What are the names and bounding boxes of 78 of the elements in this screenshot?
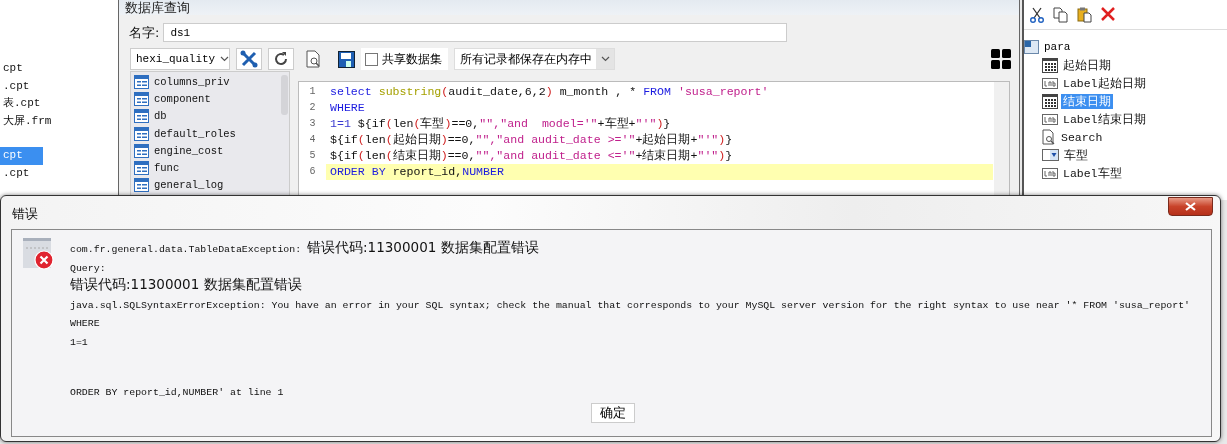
- code-line: select substring(audit_date,6,2) m_month , * FROM 'susa_report': [329, 84, 770, 100]
- tree-item[interactable]: Label结束日期: [1061, 111, 1148, 127]
- table-icon: [134, 74, 149, 89]
- table-name[interactable]: component: [154, 92, 211, 105]
- code-line: ${if(len(结束日期)==0,"","and audit_date <='"+结束日期+"'")}: [329, 148, 734, 164]
- line-number: 5: [308, 149, 317, 163]
- storage-select[interactable]: 所有记录都保存在内存中: [454, 48, 615, 70]
- ok-button[interactable]: 确定: [591, 403, 635, 423]
- calendar-icon: [1042, 93, 1058, 109]
- scrollbar-thumb[interactable]: [281, 75, 288, 115]
- error-text: 1=1: [70, 335, 89, 350]
- close-button[interactable]: [1168, 197, 1213, 216]
- grid-icon[interactable]: [991, 49, 1011, 69]
- dialog-title: 数据库查询: [125, 1, 190, 15]
- file-item[interactable]: 大屏.frm: [0, 112, 58, 130]
- dialog-title: 错误: [12, 205, 38, 223]
- table-icon: [134, 91, 149, 106]
- tools-icon: [240, 50, 258, 68]
- name-field[interactable]: ds1: [163, 23, 788, 42]
- close-icon: [1185, 202, 1196, 211]
- caret-icon: [600, 56, 610, 62]
- table-name[interactable]: func: [154, 162, 180, 175]
- tree-root[interactable]: para: [1044, 41, 1071, 53]
- tools-button[interactable]: [236, 48, 262, 70]
- label-icon: [1042, 167, 1058, 179]
- table-icon: [134, 109, 149, 124]
- code-line: 1=1 ${if(len(车型)==0,"","and model='"+车型+"'")}: [329, 116, 672, 132]
- error-text: 错误代码:11300001 数据集配置错误: [70, 275, 303, 294]
- tree-item[interactable]: Label起始日期: [1061, 75, 1148, 91]
- copy-icon[interactable]: [1053, 7, 1069, 23]
- table-name[interactable]: engine_cost: [154, 144, 224, 157]
- caret-icon: [220, 56, 229, 62]
- label-icon: [1042, 113, 1058, 125]
- line-number: 1: [308, 85, 317, 99]
- table-name[interactable]: db: [154, 110, 167, 123]
- line-number: 4: [308, 133, 317, 147]
- table-name[interactable]: columns_priv: [154, 75, 230, 88]
- refresh-icon: [273, 51, 289, 67]
- tree-item[interactable]: 起始日期: [1061, 57, 1113, 73]
- tree-item[interactable]: Search: [1059, 130, 1105, 144]
- error-icon: [23, 238, 55, 271]
- error-text: com.fr.general.data.TableDataException: 错误代码:11300001 数据集配置错误: [70, 238, 540, 257]
- table-icon: [134, 126, 149, 141]
- table-icon: [134, 143, 149, 158]
- database-select[interactable]: hexi_quality: [130, 48, 230, 70]
- file-item[interactable]: cpt: [0, 60, 29, 78]
- code-line: ${if(len(起始日期)==0,"","and audit_date >='"+起始日期+"'")}: [329, 132, 734, 148]
- delete-icon[interactable]: [1101, 7, 1115, 21]
- label-icon: [1042, 77, 1058, 89]
- refresh-button[interactable]: [268, 48, 294, 70]
- name-label: 名字:: [129, 23, 160, 42]
- share-checkbox[interactable]: [365, 52, 378, 66]
- line-number: 6: [308, 165, 317, 179]
- line-number: 3: [308, 117, 317, 131]
- calendar-icon: [1042, 57, 1058, 73]
- code-line: WHERE: [329, 100, 366, 116]
- error-text: Query:: [70, 261, 107, 276]
- cut-icon[interactable]: [1029, 7, 1045, 23]
- tree-item[interactable]: 车型: [1062, 147, 1090, 163]
- error-text: WHERE: [70, 317, 101, 331]
- table-icon: [134, 161, 149, 176]
- file-item[interactable]: .cpt: [0, 77, 36, 95]
- dropdown-icon: [1042, 149, 1059, 161]
- preview-icon[interactable]: [306, 50, 322, 68]
- share-label: 共享数据集: [382, 50, 442, 68]
- tree-item[interactable]: Label车型: [1061, 165, 1124, 181]
- paste-icon[interactable]: [1077, 7, 1093, 23]
- file-item[interactable]: .cpt: [0, 164, 36, 182]
- line-number: 2: [308, 101, 317, 115]
- table-icon: [134, 178, 149, 193]
- table-name[interactable]: default_roles: [154, 127, 236, 140]
- error-text: java.sql.SQLSyntaxErrorException: You have an error in your SQL syntax; check the manual that corresponds to your MySQL server version for the right syntax to use near '* FROM 'susa_report': [70, 298, 1190, 313]
- form-icon: [1024, 40, 1039, 54]
- search-icon: [1042, 129, 1056, 145]
- error-text: ORDER BY report_id,NUMBER' at line 1: [70, 385, 285, 400]
- file-item[interactable]: 表.cpt: [0, 95, 47, 113]
- save-icon[interactable]: [338, 50, 355, 68]
- table-name[interactable]: general_log: [154, 179, 224, 192]
